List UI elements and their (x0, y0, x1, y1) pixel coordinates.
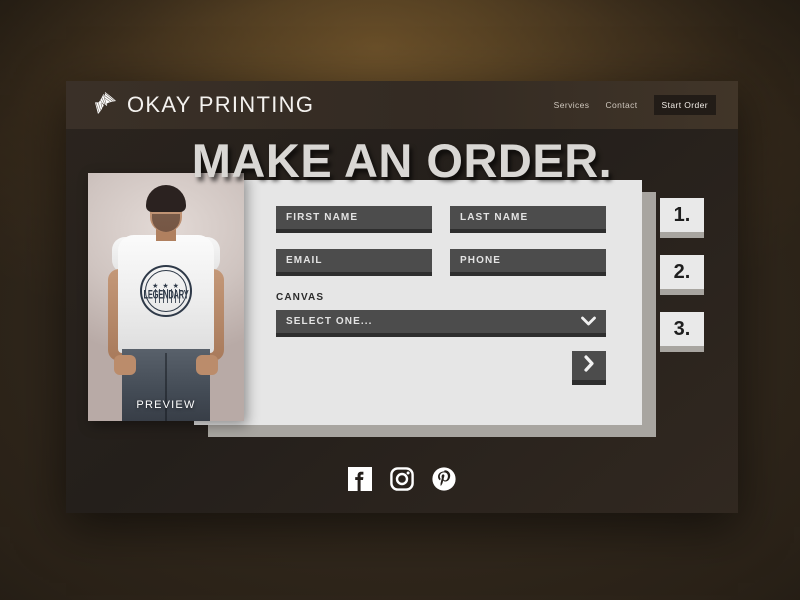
step-indicator-3[interactable]: 3. (660, 312, 704, 352)
photo-hair (146, 185, 186, 212)
order-form: FIRST NAME LAST NAME EMAIL PHONE CANVAS … (276, 206, 606, 385)
chevron-down-icon (581, 313, 596, 331)
last-name-input[interactable]: LAST NAME (450, 206, 606, 233)
site-window: OKAY PRINTING Services Contact Start Ord… (66, 81, 738, 513)
canvas-label: CANVAS (276, 292, 325, 303)
first-name-input[interactable]: FIRST NAME (276, 206, 432, 233)
desktop-backdrop: OKAY PRINTING Services Contact Start Ord… (0, 0, 800, 600)
photo-hand-left (114, 355, 136, 375)
next-step-button[interactable] (572, 351, 606, 385)
email-input[interactable]: EMAIL (276, 249, 432, 276)
fan-quill-logo-icon (92, 90, 118, 121)
phone-placeholder: PHONE (460, 255, 502, 266)
page-title: MAKE AN ORDER. (191, 134, 613, 187)
social-links (66, 466, 738, 497)
canvas-select[interactable]: SELECT ONE... (276, 310, 606, 337)
brand-name: OKAY PRINTING (127, 92, 315, 117)
photo-hand-right (196, 355, 218, 375)
email-placeholder: EMAIL (286, 255, 323, 266)
step-indicator-list: 1. 2. 3. (660, 198, 704, 369)
first-name-placeholder: FIRST NAME (286, 212, 359, 223)
facebook-icon[interactable] (347, 466, 373, 497)
phone-input[interactable]: PHONE (450, 249, 606, 276)
chevron-right-icon (583, 354, 595, 377)
nav-item-contact[interactable]: Contact (605, 100, 637, 110)
step-indicator-2[interactable]: 2. (660, 255, 704, 295)
name-field-row: FIRST NAME LAST NAME (276, 206, 606, 233)
brand-logo[interactable]: OKAY PRINTING (92, 90, 314, 121)
canvas-field-group: CANVAS SELECT ONE... (276, 292, 606, 337)
site-header: OKAY PRINTING Services Contact Start Ord… (66, 81, 738, 129)
badge-word: LEGENDARY (143, 287, 189, 302)
nav-item-services[interactable]: Services (554, 100, 590, 110)
model-photo: ★ ★ ★ LEGENDARY (88, 173, 244, 421)
site-nav: Services Contact Start Order (554, 95, 716, 115)
shirt-graphic-badge: ★ ★ ★ LEGENDARY (140, 265, 192, 317)
preview-label: PREVIEW (136, 399, 196, 411)
pinterest-icon[interactable] (431, 466, 457, 497)
contact-field-row: EMAIL PHONE (276, 249, 606, 276)
start-order-button[interactable]: Start Order (653, 95, 716, 115)
last-name-placeholder: LAST NAME (460, 212, 529, 223)
instagram-icon[interactable] (389, 466, 415, 497)
step-indicator-1[interactable]: 1. (660, 198, 704, 238)
preview-image-card[interactable]: ★ ★ ★ LEGENDARY PREVIEW (88, 173, 244, 421)
canvas-selected-value: SELECT ONE... (286, 316, 373, 327)
